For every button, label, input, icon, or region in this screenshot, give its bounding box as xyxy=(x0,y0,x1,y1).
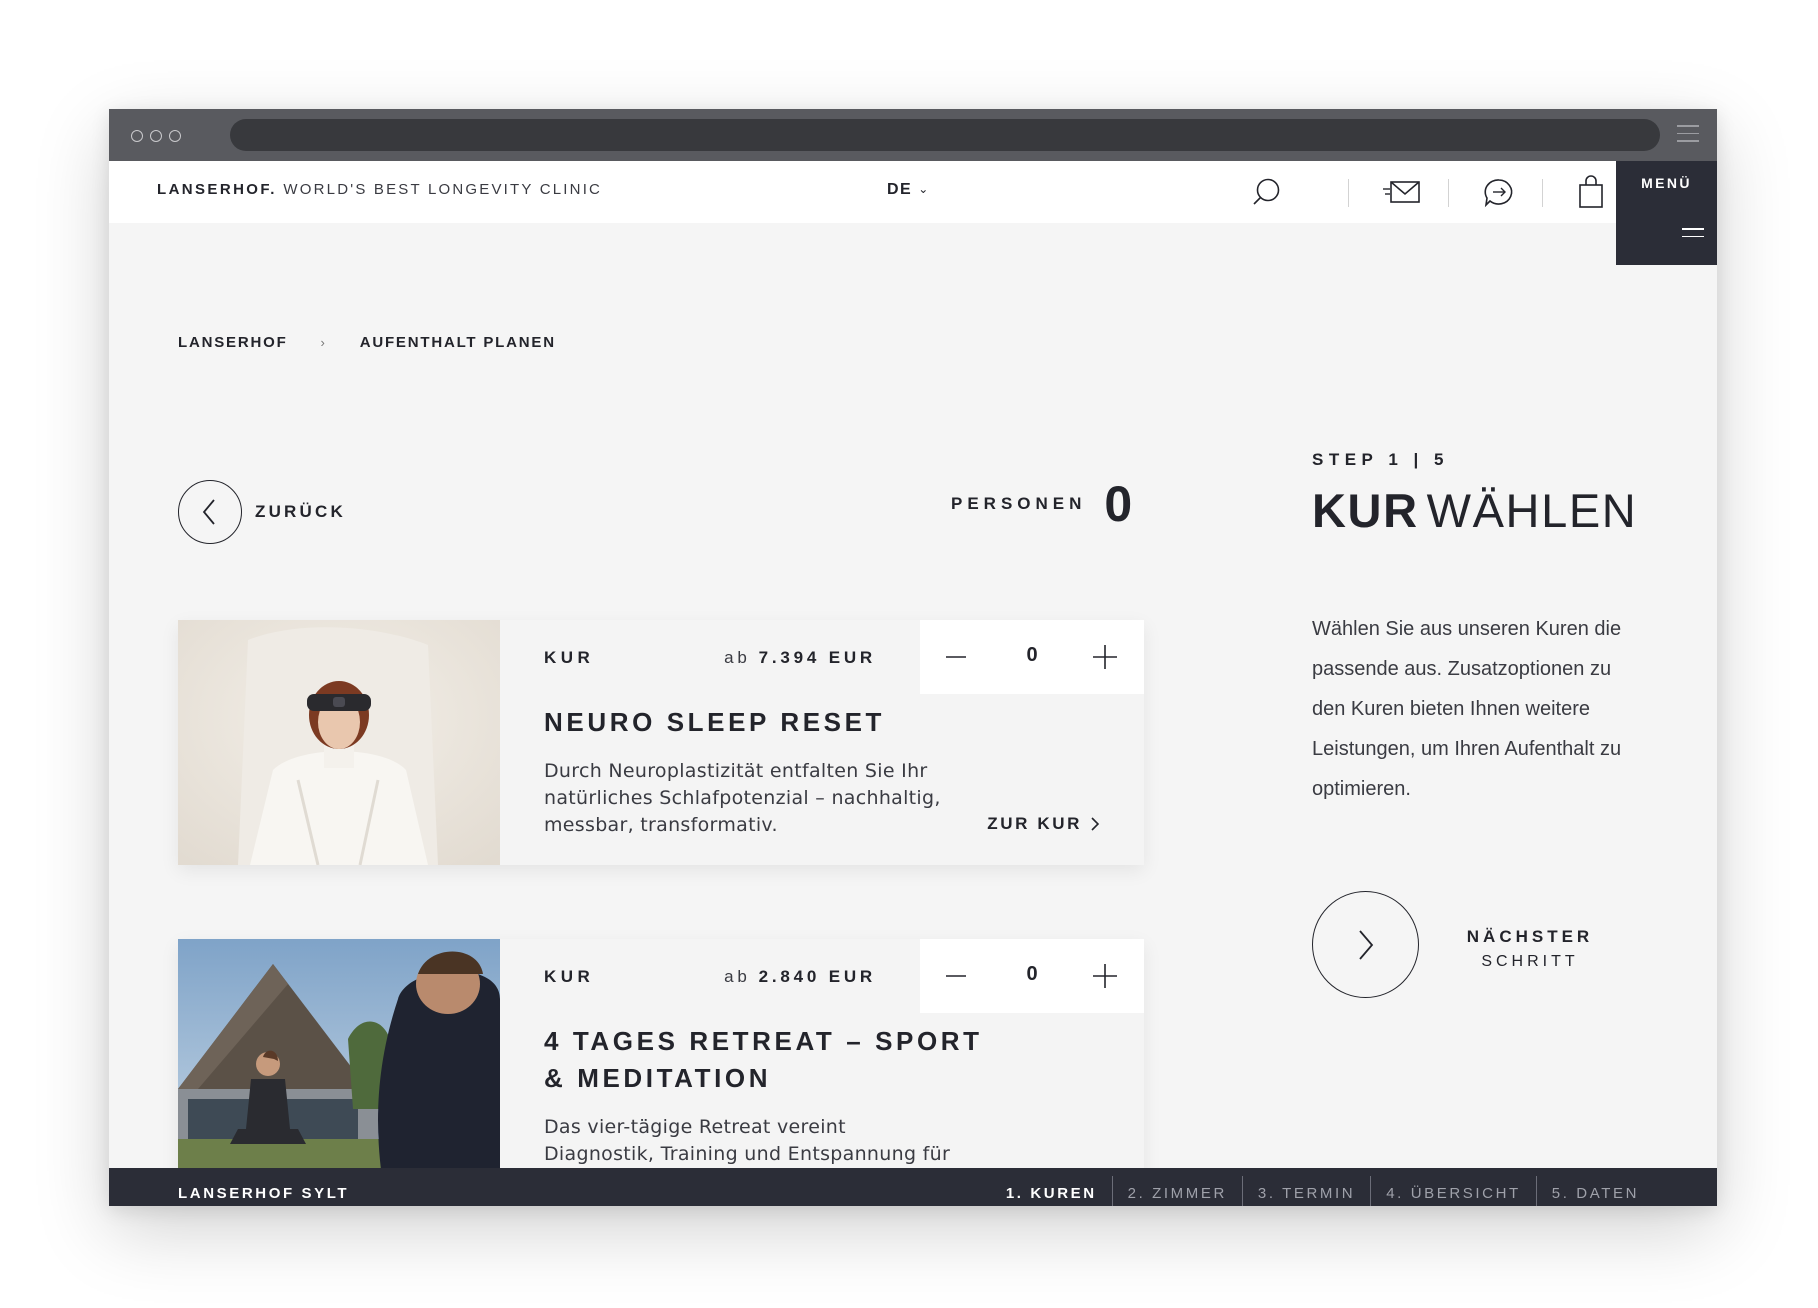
browser-toolbar xyxy=(109,109,1717,161)
step-tab-kuren[interactable]: 1. KUREN xyxy=(991,1176,1112,1206)
breadcrumb-item-home[interactable]: LANSERHOF xyxy=(178,334,288,351)
header-divider xyxy=(1542,179,1543,207)
chevron-left-icon xyxy=(202,499,215,525)
treatment-image-retreat xyxy=(178,939,500,1184)
page-title: KUR WÄHLEN xyxy=(1312,483,1637,538)
step-navigation: 1. KUREN 2. ZIMMER 3. TERMIN 4. ÜBERSICH… xyxy=(991,1176,1654,1206)
next-step-button[interactable]: NÄCHSTER SCHRITT xyxy=(1312,891,1589,998)
quantity-value: 0 xyxy=(1026,644,1038,666)
decrement-button[interactable] xyxy=(944,964,968,988)
persons-label: PERSONEN xyxy=(951,494,1087,513)
intro-text: Wählen Sie aus unseren Kuren die passend… xyxy=(1312,618,1622,800)
page-title-bold: KUR xyxy=(1312,484,1419,537)
quantity-stepper: 0 xyxy=(920,939,1144,1013)
site-header: LANSERHOF. WORLD'S BEST LONGEVITY CLINIC… xyxy=(109,161,1717,223)
address-bar[interactable] xyxy=(230,119,1660,151)
step-tab-zimmer[interactable]: 2. ZIMMER xyxy=(1111,1176,1242,1206)
chevron-down-icon: ⌄ xyxy=(918,182,930,196)
breadcrumb-item-current[interactable]: AUFENTHALT PLANEN xyxy=(360,334,556,351)
hamburger-icon xyxy=(1682,228,1704,243)
next-circle xyxy=(1312,891,1419,998)
main-menu-button[interactable]: MENÜ xyxy=(1616,161,1717,265)
window-close-dot[interactable] xyxy=(131,130,143,142)
chevron-right-icon xyxy=(1091,817,1100,831)
card-description: Durch Neuroplastizität entfalten Sie Ihr… xyxy=(544,760,941,836)
persons-count: 0 xyxy=(1104,476,1133,532)
brand-name: LANSERHOF. xyxy=(157,181,277,198)
card-type-label: KUR xyxy=(544,648,595,667)
details-link-label: ZUR KUR xyxy=(987,814,1082,833)
header-divider xyxy=(1448,179,1449,207)
back-button[interactable]: ZURÜCK xyxy=(178,480,346,544)
brand-logo[interactable]: LANSERHOF. WORLD'S BEST LONGEVITY CLINIC xyxy=(157,181,602,198)
decrement-button[interactable] xyxy=(944,645,968,669)
step-tab-termin[interactable]: 3. TERMIN xyxy=(1241,1176,1370,1206)
mail-icon[interactable] xyxy=(1380,173,1428,213)
treatment-card: KUR ab 2.840 EUR 0 4 TAGES RETREAT – SPOR… xyxy=(178,939,1144,1192)
plus-icon xyxy=(1093,645,1117,669)
price-prefix: ab xyxy=(724,967,751,986)
back-label: ZURÜCK xyxy=(255,502,346,521)
page-title-light: WÄHLEN xyxy=(1426,484,1638,537)
price-value: 2.840 EUR xyxy=(758,967,876,986)
brand-tagline: WORLD'S BEST LONGEVITY CLINIC xyxy=(283,181,603,198)
next-step-label: NÄCHSTER SCHRITT xyxy=(1455,927,1605,971)
location-label: LANSERHOF SYLT xyxy=(178,1185,350,1202)
minus-icon xyxy=(946,656,966,658)
breadcrumb: LANSERHOF › AUFENTHALT PLANEN xyxy=(178,334,556,351)
menu-label: MENÜ xyxy=(1641,175,1692,191)
booking-footer: LANSERHOF SYLT 1. KUREN 2. ZIMMER 3. TER… xyxy=(109,1168,1717,1206)
quantity-stepper: 0 xyxy=(920,620,1144,694)
step-indicator: STEP 1 | 5 xyxy=(1312,450,1449,469)
increment-button[interactable] xyxy=(1092,644,1118,670)
language-selector[interactable]: DE ⌄ xyxy=(887,181,930,199)
shopping-bag-icon[interactable] xyxy=(1571,173,1611,213)
minus-icon xyxy=(946,975,966,977)
chat-icon[interactable] xyxy=(1479,173,1519,213)
chevron-right-icon xyxy=(1358,929,1373,960)
browser-menu-icon[interactable] xyxy=(1677,125,1699,145)
next-step-line2: SCHRITT xyxy=(1481,953,1579,970)
persons-counter: PERSONEN 0 xyxy=(951,479,1132,529)
header-divider xyxy=(1348,179,1349,207)
window-maximize-dot[interactable] xyxy=(169,130,181,142)
price-prefix: ab xyxy=(724,648,751,667)
increment-button[interactable] xyxy=(1092,963,1118,989)
quantity-value: 0 xyxy=(1026,963,1038,985)
chevron-right-icon: › xyxy=(320,335,327,350)
back-circle xyxy=(178,480,242,544)
treatment-card: KUR ab 7.394 EUR 0 NEURO SLEEP RESET Durc… xyxy=(178,620,1144,865)
card-price: ab 7.394 EUR xyxy=(724,648,876,668)
browser-window: LANSERHOF. WORLD'S BEST LONGEVITY CLINIC… xyxy=(109,109,1717,1206)
details-link[interactable]: ZUR KUR xyxy=(987,814,1100,834)
card-price: ab 2.840 EUR xyxy=(724,967,876,987)
card-type-label: KUR xyxy=(544,967,595,986)
plus-icon xyxy=(1093,964,1117,988)
window-minimize-dot[interactable] xyxy=(150,130,162,142)
language-label: DE xyxy=(887,181,913,198)
card-title: NEURO SLEEP RESET xyxy=(544,707,886,737)
step-tab-daten[interactable]: 5. DATEN xyxy=(1535,1176,1654,1206)
price-value: 7.394 EUR xyxy=(758,648,876,667)
treatment-image-neuro-sleep xyxy=(178,620,500,865)
card-title: 4 TAGES RETREAT – SPORT & MEDITATION xyxy=(544,1026,983,1093)
step-tab-uebersicht[interactable]: 4. ÜBERSICHT xyxy=(1370,1176,1536,1206)
search-icon[interactable] xyxy=(1246,173,1286,213)
next-step-line1: NÄCHSTER xyxy=(1466,927,1594,946)
